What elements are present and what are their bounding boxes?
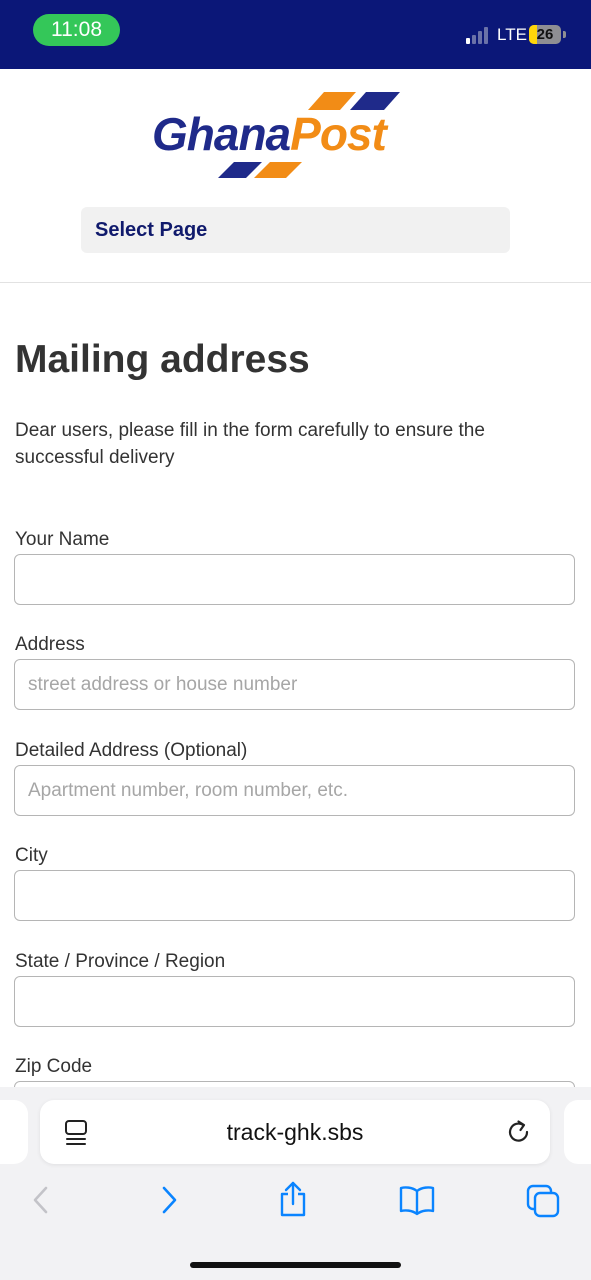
tabs-icon[interactable] <box>525 1183 561 1219</box>
logo-wordmark: GhanaPost <box>152 108 387 160</box>
address-input[interactable] <box>14 659 575 710</box>
network-type: LTE <box>497 25 527 44</box>
city-input[interactable] <box>14 870 575 921</box>
name-label: Your Name <box>15 529 110 550</box>
select-page-label: Select Page <box>95 219 208 241</box>
zip-code-label: Zip Code <box>15 1056 93 1077</box>
share-icon[interactable] <box>277 1180 309 1218</box>
battery-icon: 26 <box>529 25 561 44</box>
signal-icon <box>466 26 492 44</box>
name-input[interactable] <box>14 554 575 605</box>
ghanapost-logo[interactable]: GhanaPost <box>150 90 440 182</box>
address-label: Address <box>15 634 85 655</box>
intro-text: Dear users, please fill in the form care… <box>15 420 485 468</box>
region-label: State / Province / Region <box>15 951 226 972</box>
battery-cap <box>563 31 566 38</box>
bookmarks-icon[interactable] <box>398 1184 436 1216</box>
page-title: Mailing address <box>15 338 310 381</box>
previous-tab-card[interactable] <box>0 1100 28 1164</box>
reload-icon[interactable] <box>505 1118 533 1146</box>
status-bar: 11:08 LTE 26 <box>0 0 591 69</box>
header-divider <box>0 282 591 283</box>
select-page-dropdown[interactable]: Select Page <box>81 207 510 253</box>
city-label: City <box>15 845 48 866</box>
battery-level: 26 <box>536 26 554 43</box>
next-tab-card[interactable] <box>564 1100 591 1164</box>
address-bar[interactable]: track-ghk.sbs <box>40 1100 550 1164</box>
url-text: track-ghk.sbs <box>226 1119 364 1145</box>
forward-icon[interactable] <box>158 1185 180 1215</box>
region-input[interactable] <box>14 976 575 1027</box>
status-time: 11:08 <box>33 14 120 46</box>
home-indicator <box>190 1262 401 1268</box>
reader-icon[interactable] <box>64 1119 90 1147</box>
detailed-address-label: Detailed Address (Optional) <box>15 740 248 761</box>
back-icon[interactable] <box>30 1185 52 1215</box>
detailed-address-input[interactable] <box>14 765 575 816</box>
